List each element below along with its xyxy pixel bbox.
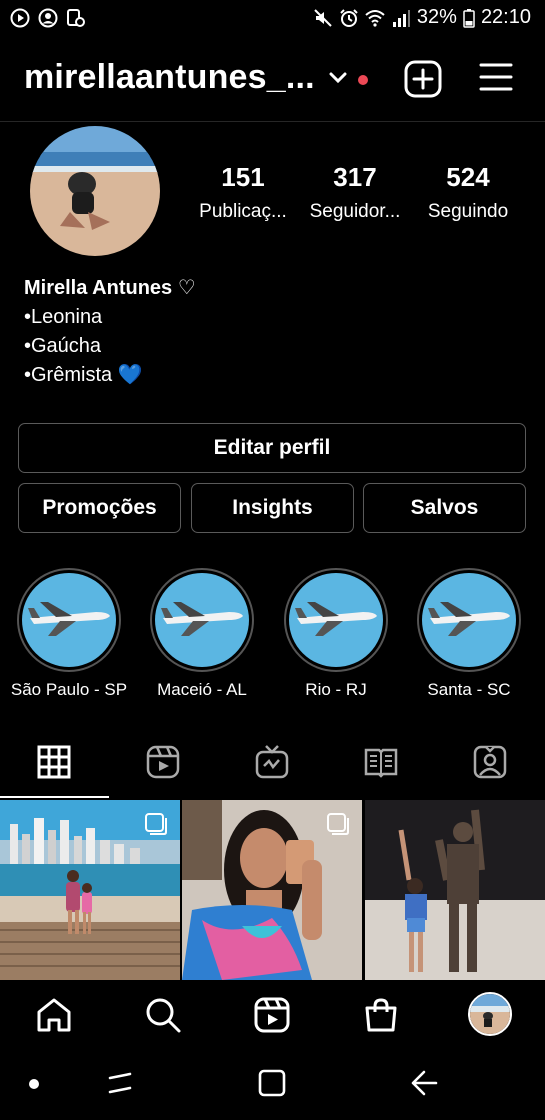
post-grid — [0, 800, 545, 980]
stat-following[interactable]: 524 Seguindo — [418, 162, 518, 223]
edit-profile-button[interactable]: Editar perfil — [18, 423, 526, 473]
menu-icon[interactable] — [479, 62, 513, 92]
account-notification-icon — [38, 8, 58, 28]
airplane-icon — [28, 602, 110, 636]
recent-apps-icon[interactable] — [106, 1068, 134, 1098]
profile-tabs — [0, 730, 545, 798]
status-bar: 32% 22:10 — [0, 0, 545, 38]
insights-button[interactable]: Insights — [191, 483, 354, 533]
reels-icon[interactable] — [253, 996, 291, 1034]
highlight-label: Santa - SC — [427, 680, 511, 699]
display-name: Mirella Antunes ♡ — [24, 277, 196, 299]
profile-bio: Mirella Antunes ♡ •Leonina •Gaúcha •Grêm… — [24, 274, 196, 390]
system-navigation-bar — [0, 1052, 545, 1120]
dot-icon[interactable] — [28, 1078, 40, 1090]
mute-icon — [314, 8, 332, 27]
airplane-icon — [428, 602, 510, 636]
stat-followers[interactable]: 317 Seguidor... — [304, 162, 406, 223]
highlight-label: São Paulo - SP — [10, 680, 128, 699]
stat-posts[interactable]: 151 Publicaç... — [192, 162, 294, 223]
profile-tab-avatar[interactable] — [468, 992, 512, 1036]
promotions-button[interactable]: Promoções — [18, 483, 181, 533]
bottom-navigation — [0, 980, 545, 1052]
profile-avatar[interactable] — [30, 126, 160, 256]
profile-header: mirellaantunes_... — [0, 46, 545, 112]
bio-line: •Grêmista 💙 — [24, 364, 143, 386]
airplane-icon — [161, 602, 243, 636]
battery-icon — [463, 8, 475, 28]
username[interactable]: mirellaantunes_... — [24, 58, 315, 97]
highlight-rio[interactable]: Rio - RJ — [283, 568, 389, 699]
highlight-sao-paulo[interactable]: São Paulo - SP — [11, 568, 127, 699]
igtv-icon[interactable] — [254, 744, 290, 780]
post-thumbnail-beach-city[interactable] — [0, 800, 180, 980]
home-icon[interactable] — [35, 996, 73, 1034]
posts-count: 151 — [221, 162, 265, 192]
multiple-posts-icon — [327, 813, 349, 835]
highlight-label: Rio - RJ — [305, 680, 367, 699]
signal-icon — [392, 9, 410, 27]
post-thumbnail-selfie[interactable] — [182, 800, 362, 980]
following-count: 524 — [446, 162, 490, 192]
battery-percent: 32% — [416, 6, 457, 28]
new-post-icon[interactable] — [404, 60, 442, 98]
highlight-maceio[interactable]: Maceió - AL — [149, 568, 255, 699]
highlight-label: Maceió - AL — [157, 680, 247, 699]
chevron-down-icon[interactable] — [329, 72, 347, 84]
back-icon[interactable] — [410, 1068, 438, 1098]
saved-button[interactable]: Salvos — [363, 483, 526, 533]
following-label: Seguindo — [427, 201, 509, 222]
app-notification-icon — [67, 9, 85, 27]
search-icon[interactable] — [144, 996, 182, 1034]
followers-label: Seguidor... — [309, 201, 401, 222]
shop-icon[interactable] — [362, 996, 400, 1034]
tagged-icon[interactable] — [472, 744, 508, 780]
post-thumbnail-statue[interactable] — [365, 800, 545, 980]
play-notification-icon — [10, 8, 30, 28]
multiple-posts-icon — [145, 813, 167, 835]
header-divider — [0, 121, 545, 122]
reels-icon[interactable] — [145, 744, 181, 780]
wifi-icon — [365, 9, 385, 27]
grid-icon[interactable] — [36, 744, 72, 780]
highlight-santa[interactable]: Santa - SC — [416, 568, 522, 699]
airplane-icon — [295, 602, 377, 636]
home-button-icon[interactable] — [258, 1069, 286, 1097]
alarm-icon — [340, 8, 358, 27]
followers-count: 317 — [333, 162, 377, 192]
guides-icon[interactable] — [363, 744, 399, 780]
bio-line: •Gaúcha — [24, 335, 102, 357]
posts-label: Publicaç... — [199, 201, 287, 222]
clock: 22:10 — [480, 6, 531, 28]
bio-line: •Leonina — [24, 306, 103, 328]
notification-dot — [358, 75, 368, 85]
active-tab-indicator — [0, 796, 109, 798]
